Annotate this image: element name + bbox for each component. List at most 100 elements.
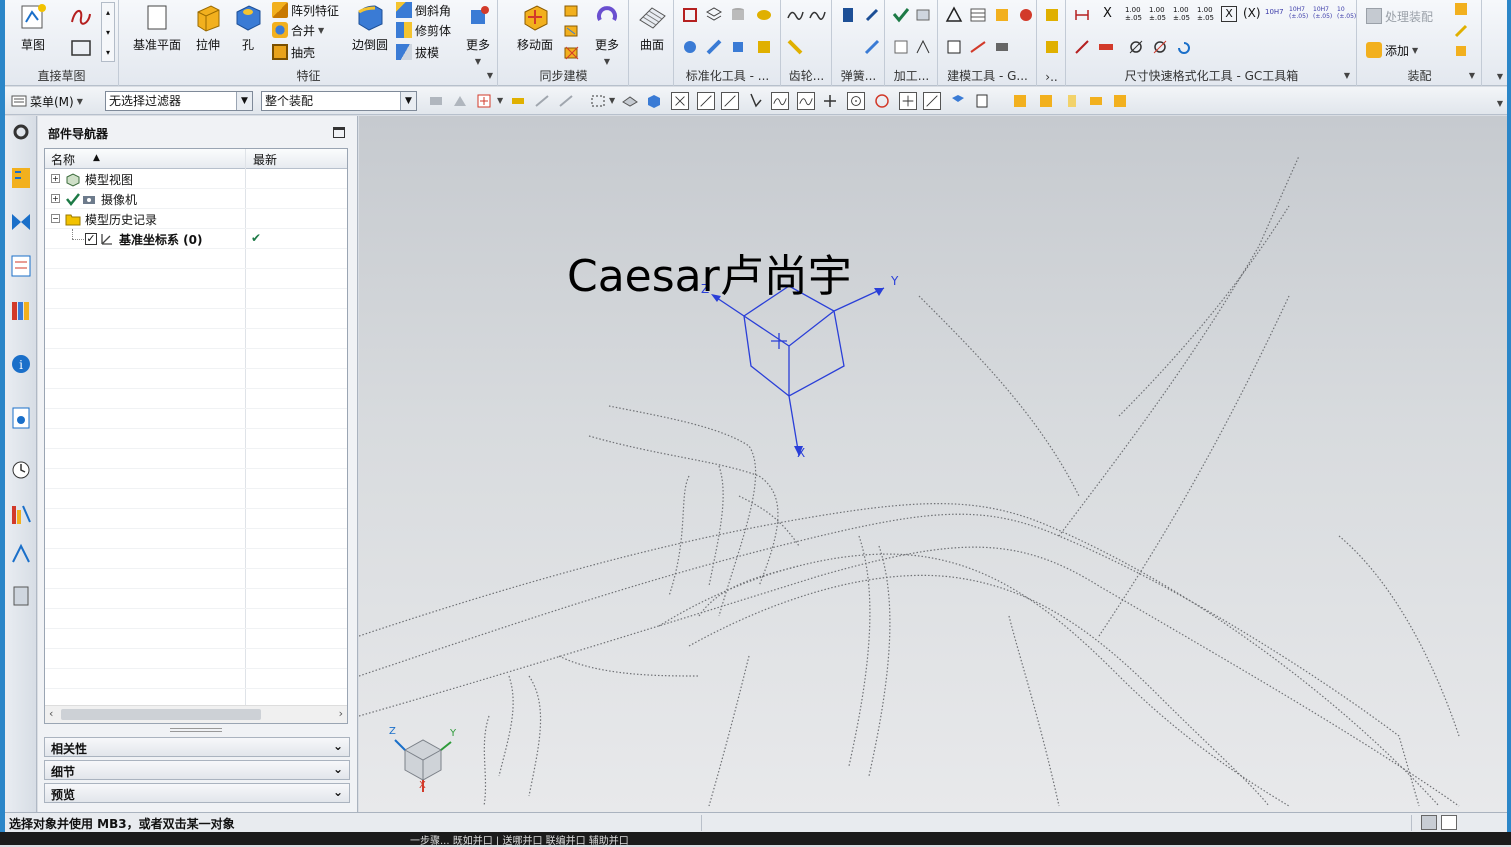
- more-sync-button[interactable]: 更多 ▼: [587, 2, 627, 66]
- process-assembly-button[interactable]: 处理装配: [1366, 6, 1433, 26]
- panel-preview[interactable]: 预览 ⌄: [44, 783, 350, 803]
- collapse-icon[interactable]: −: [51, 214, 60, 223]
- dim-format-1[interactable]: 1.00 ±.05: [1125, 6, 1147, 22]
- dim-fit-3[interactable]: 10H7 (±.05): [1313, 6, 1335, 20]
- chevron-down-icon[interactable]: ▼: [236, 92, 252, 110]
- snap-spline-icon[interactable]: [797, 92, 815, 110]
- selection-scope-dropdown[interactable]: 整个装配 ▼: [261, 91, 417, 111]
- chevron-down-icon[interactable]: ⌄: [333, 739, 343, 753]
- snap-center-icon[interactable]: [847, 92, 865, 110]
- stack-icon[interactable]: [705, 6, 723, 24]
- shaded-icon[interactable]: [645, 92, 663, 110]
- chevron-down-icon[interactable]: ▼: [1344, 71, 1350, 80]
- assembly-replace-icon[interactable]: [1063, 92, 1081, 110]
- snap-endpoint-icon[interactable]: [671, 92, 689, 110]
- snap-control-icon[interactable]: [721, 92, 739, 110]
- nut-icon[interactable]: [729, 38, 747, 56]
- fixture-icon[interactable]: [914, 6, 932, 24]
- hole-button[interactable]: 孔: [228, 2, 268, 62]
- replace-face-icon[interactable]: [563, 22, 581, 40]
- status-icon[interactable]: [1421, 815, 1437, 830]
- rectangle-select-icon[interactable]: [589, 92, 607, 110]
- add-component-button[interactable]: 添加 ▼: [1366, 40, 1418, 60]
- scroll-right-icon[interactable]: ›: [339, 707, 343, 720]
- select-body-icon[interactable]: [451, 92, 469, 110]
- scroll-thumb[interactable]: [61, 709, 261, 720]
- tree-row-model-views[interactable]: + 模型视图: [45, 169, 347, 189]
- snap-quadrant-icon[interactable]: [873, 92, 891, 110]
- export-icon[interactable]: [993, 6, 1011, 24]
- select-feature-icon[interactable]: [427, 92, 445, 110]
- library-icon[interactable]: [755, 38, 773, 56]
- sort-ascending-icon[interactable]: ▲: [93, 153, 100, 163]
- column-header-name[interactable]: 名称: [51, 151, 75, 168]
- dimension-icon[interactable]: [1073, 6, 1091, 24]
- history-icon[interactable]: [9, 456, 33, 484]
- tree-row-model-history[interactable]: − 模型历史记录: [45, 209, 347, 229]
- more-feature-button[interactable]: 更多 ▼: [458, 2, 498, 66]
- system-scene-icon[interactable]: [9, 582, 33, 610]
- snap-point-icon[interactable]: [475, 92, 493, 110]
- settings-icon[interactable]: [1017, 6, 1035, 24]
- shell-button[interactable]: 抽壳: [272, 42, 315, 62]
- gear-icon[interactable]: [681, 38, 699, 56]
- snap-bounded-icon[interactable]: [973, 92, 991, 110]
- tool-path-icon[interactable]: [914, 38, 932, 56]
- panel-splitter[interactable]: [170, 728, 222, 732]
- dim-x-label[interactable]: X: [1103, 6, 1112, 21]
- assembly-work-part-icon[interactable]: [1087, 92, 1105, 110]
- expand-icon[interactable]: +: [51, 174, 60, 183]
- chevron-down-icon[interactable]: ▼: [1469, 71, 1475, 80]
- dim-reference[interactable]: (X): [1243, 6, 1261, 20]
- helical-gear-icon[interactable]: [808, 6, 826, 24]
- column-header-latest[interactable]: 最新: [253, 151, 277, 168]
- snap-on-curve-icon[interactable]: [923, 92, 941, 110]
- unite-button[interactable]: 合并 ▼: [272, 20, 324, 40]
- chevron-down-icon[interactable]: ▼: [609, 96, 615, 105]
- undo-format-icon[interactable]: [1175, 38, 1193, 56]
- filter-icon[interactable]: [509, 92, 527, 110]
- selection-filter-dropdown[interactable]: 无选择过滤器 ▼: [105, 91, 253, 111]
- scroll-left-icon[interactable]: ‹: [49, 707, 53, 720]
- chevron-down-icon[interactable]: ▼: [400, 92, 416, 110]
- dim-format-4[interactable]: 1.00 ±.05: [1197, 6, 1219, 22]
- assembly-nav-icon[interactable]: [1011, 92, 1029, 110]
- move-component-icon[interactable]: [1452, 22, 1470, 40]
- assembly-constraint-icon[interactable]: [1452, 0, 1470, 18]
- rectangle-icon[interactable]: [69, 38, 93, 58]
- gc-icon[interactable]: [1043, 38, 1061, 56]
- table-icon[interactable]: [969, 6, 987, 24]
- assembly-navigator-icon[interactable]: [9, 164, 33, 192]
- snap-perpendicular-icon[interactable]: [821, 92, 839, 110]
- reuse-library-icon[interactable]: [9, 296, 33, 324]
- chevron-down-icon[interactable]: ⌄: [333, 762, 343, 776]
- drawing-icon[interactable]: [892, 38, 910, 56]
- view-orient-icon[interactable]: [621, 92, 639, 110]
- chevron-down-icon[interactable]: ▼: [487, 71, 493, 80]
- panel-details[interactable]: 细节 ⌄: [44, 760, 350, 780]
- snap-on-face-icon[interactable]: [949, 92, 967, 110]
- pattern-feature-button[interactable]: 阵列特征: [272, 0, 339, 20]
- bolt-icon[interactable]: [705, 38, 723, 56]
- part-navigator-icon[interactable]: [9, 252, 33, 280]
- sketch-button[interactable]: 草图: [9, 2, 57, 62]
- offset-region-icon[interactable]: [563, 2, 581, 20]
- measure-icon[interactable]: [969, 38, 987, 56]
- roles-icon[interactable]: [9, 540, 33, 568]
- standard-part-icon[interactable]: [755, 6, 773, 24]
- cylinder-spring-icon[interactable]: [839, 6, 857, 24]
- chevron-down-icon[interactable]: ▼: [318, 26, 324, 35]
- snap-midpoint-icon[interactable]: [697, 92, 715, 110]
- delete-face-icon[interactable]: [563, 44, 581, 62]
- frame-icon[interactable]: [945, 38, 963, 56]
- dim-edit-icon[interactable]: [1073, 38, 1091, 56]
- spring-icon[interactable]: [786, 38, 804, 56]
- gear-icon[interactable]: [9, 120, 33, 144]
- surface-button[interactable]: 曲面: [630, 2, 674, 62]
- database-icon[interactable]: [729, 6, 747, 24]
- assembly-load-icon[interactable]: [1037, 92, 1055, 110]
- diameter-icon[interactable]: [1127, 38, 1145, 56]
- extrude-button[interactable]: 拉伸: [184, 2, 232, 62]
- snap-existing-point-icon[interactable]: [899, 92, 917, 110]
- horizontal-scrollbar[interactable]: ‹ ›: [45, 705, 347, 723]
